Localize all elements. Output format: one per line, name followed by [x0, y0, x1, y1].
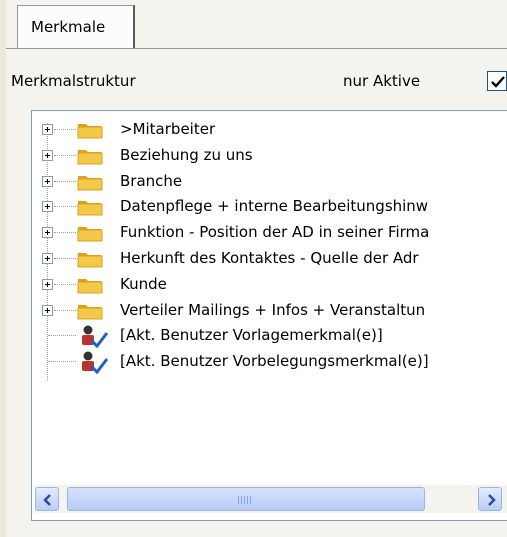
- tree-connector: [54, 258, 76, 259]
- expand-plus-icon[interactable]: [42, 304, 53, 316]
- arrow-right-icon: [488, 494, 496, 506]
- folder-icon: [77, 201, 103, 216]
- tree-item-label: Verteiler Mailings + Infos + Veranstaltu…: [120, 300, 426, 319]
- horizontal-scrollbar[interactable]: [35, 485, 507, 513]
- tree-connector: [54, 129, 76, 130]
- tree-item-label: Beziehung zu uns: [120, 145, 253, 164]
- user-check-icon: [82, 351, 109, 375]
- active-only-checkbox[interactable]: [487, 71, 507, 91]
- tree-item-label: [Akt. Benutzer Vorbelegungsmerkmal(e)]: [120, 352, 429, 371]
- tree-connector: [54, 232, 76, 234]
- tree-item-label: Funktion - Position der AD in seiner Fir…: [120, 223, 430, 242]
- tree-item[interactable]: Beziehung zu uns: [32, 143, 507, 169]
- folder-icon: [77, 227, 103, 242]
- feature-tree[interactable]: >Mitarbeiter Beziehung zu uns Branche Daten…: [31, 110, 507, 521]
- tree-item-label: Herkunft des Kontaktes - Quelle der Adr: [120, 249, 419, 267]
- tree-item-label: >Mitarbeiter: [120, 120, 216, 138]
- tree-item[interactable]: Branche: [32, 169, 507, 195]
- tree-item[interactable]: Datenpflege + interne Bearbeitungshinw: [32, 194, 507, 220]
- tree-connector: [54, 283, 76, 285]
- folder-icon: [77, 149, 103, 165]
- expand-plus-icon[interactable]: [42, 175, 53, 187]
- tree-connector: [54, 154, 76, 156]
- tree-connector: [48, 335, 76, 337]
- thumb-grip: [238, 496, 252, 504]
- folder-icon: [77, 253, 103, 268]
- tree-item[interactable]: Verteiler Mailings + Infos + Veranstaltu…: [32, 298, 507, 324]
- structure-label: Merkmalstruktur: [11, 72, 136, 90]
- tree-connector: [54, 309, 76, 311]
- expand-plus-icon[interactable]: [42, 278, 53, 290]
- expand-plus-icon[interactable]: [42, 149, 53, 161]
- tree-item-label: Datenpflege + interne Bearbeitungshinw: [120, 197, 429, 216]
- tree-item-label: [Akt. Benutzer Vorlagemerkmal(e)]: [120, 326, 383, 345]
- tree-connector: [48, 361, 76, 363]
- folder-icon: [77, 278, 103, 294]
- tab-divider: [6, 48, 507, 49]
- tree-item[interactable]: [Akt. Benutzer Vorlagemerkmal(e)]: [32, 323, 507, 349]
- tab-label: Merkmale: [31, 18, 106, 36]
- checkmark-icon: [491, 76, 505, 88]
- tree-item[interactable]: Funktion - Position der AD in seiner Fir…: [32, 220, 507, 246]
- window-edge: [0, 0, 6, 537]
- user-check-icon: [82, 325, 109, 349]
- tree-item-label: Branche: [120, 171, 183, 190]
- scroll-thumb[interactable]: [67, 487, 425, 511]
- tree-item[interactable]: [Akt. Benutzer Vorbelegungsmerkmal(e)]: [32, 349, 507, 375]
- expand-plus-icon[interactable]: [42, 124, 53, 135]
- tree-item[interactable]: Herkunft des Kontaktes - Quelle der Adr: [32, 246, 507, 272]
- folder-icon: [77, 175, 103, 191]
- tree-item-label: Kunde: [120, 274, 167, 293]
- scroll-left-button[interactable]: [35, 487, 59, 511]
- tree-item[interactable]: Kunde: [32, 272, 507, 298]
- tab-merkmale[interactable]: Merkmale: [17, 5, 135, 49]
- folder-icon: [77, 124, 103, 139]
- expand-plus-icon[interactable]: [42, 201, 53, 213]
- arrow-left-icon: [43, 494, 51, 506]
- tree-item[interactable]: >Mitarbeiter: [32, 117, 507, 143]
- tree-connector: [54, 180, 76, 182]
- active-only-label: nur Aktive: [343, 72, 421, 90]
- scroll-right-button[interactable]: [478, 487, 502, 511]
- tree-connector: [54, 206, 76, 208]
- folder-icon: [77, 304, 103, 320]
- expand-plus-icon[interactable]: [42, 253, 53, 264]
- expand-plus-icon[interactable]: [42, 227, 53, 239]
